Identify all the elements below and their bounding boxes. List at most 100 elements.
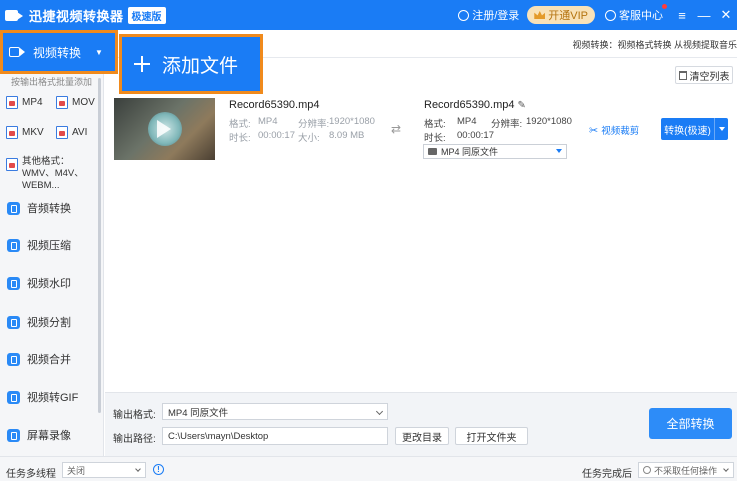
output-resolution-label: 分辨率: [491, 119, 523, 130]
service-center-button[interactable]: 客服中心 [605, 4, 667, 23]
open-folder-button[interactable]: 打开文件夹 [455, 427, 528, 445]
video-icon [9, 46, 25, 58]
user-icon [458, 9, 470, 21]
login-button[interactable]: 注册/登录 [458, 7, 519, 23]
vip-label: 开通VIP [548, 10, 588, 22]
service-label: 客服中心 [619, 10, 663, 22]
output-path-label: 输出路径: [113, 434, 156, 445]
after-done-label: 任务完成后 [582, 469, 632, 480]
plus-icon [134, 56, 150, 72]
minimize-button[interactable]: — [693, 0, 715, 30]
sidebar-item-video-merge[interactable]: 视频合并 [0, 349, 103, 369]
sidebar-item-label: 视频转换 [33, 45, 82, 60]
file-format-icon [6, 96, 18, 109]
output-format-dropdown[interactable]: MP4 同原文件 [162, 403, 388, 420]
trash-icon [678, 70, 687, 80]
video-format-icon [428, 148, 437, 155]
batch-add-hint: 按输出格式批量添加 [10, 77, 92, 87]
output-format-label: 格式: [424, 119, 446, 130]
output-duration-label: 时长: [424, 133, 446, 144]
output-format-label: 输出格式: [113, 410, 156, 421]
status-bar: 任务多线程 关闭 ! 任务完成后 不采取任何操作 [0, 456, 737, 481]
play-icon [157, 120, 171, 138]
split-icon [7, 315, 20, 329]
after-done-select[interactable]: 不采取任何操作 [638, 462, 734, 478]
sidebar-item-video-watermark[interactable]: 视频水印 [0, 273, 103, 293]
output-filename-row[interactable]: Record65390.mp4 ✎ [424, 99, 526, 111]
change-directory-button[interactable]: 更改目录 [395, 427, 449, 445]
format-mp4[interactable]: MP4 [6, 96, 43, 109]
output-format: MP4 [457, 116, 477, 127]
source-resolution-label: 分辨率: [298, 119, 330, 130]
file-format-icon [56, 96, 68, 109]
source-size-label: 大小: [298, 133, 320, 144]
menu-button[interactable]: ≡ [671, 0, 693, 30]
gif-icon [7, 390, 20, 404]
sidebar-scrollbar[interactable] [98, 78, 101, 413]
video-thumbnail[interactable] [114, 98, 215, 160]
sidebar-item-screen-record[interactable]: 屏幕录像 [0, 425, 103, 445]
convert-arrow-icon: ⇄ [391, 122, 402, 136]
close-button[interactable]: ✕ [715, 0, 737, 30]
file-format-icon [6, 126, 18, 139]
watermark-icon [7, 276, 20, 290]
main-panel: 视频转换：视频格式转换 从视频提取音乐 添加文件 清空列表 Record6539… [105, 30, 737, 456]
output-duration: 00:00:17 [457, 130, 494, 141]
file-row: Record65390.mp4 格式: MP4 分辨率: 1920*1080 时… [105, 94, 737, 164]
screen-record-icon [7, 428, 20, 442]
multithread-label: 任务多线程 [6, 469, 56, 480]
video-crop-link[interactable]: ✂ 视频裁剪 [589, 123, 639, 138]
output-filename: Record65390.mp4 [424, 99, 515, 111]
title-bar: 迅捷视频转换器 极速版 注册/登录 开通VIP 客服中心 ≡ — ✕ [0, 0, 737, 30]
format-other[interactable]: 其他格式：WMV、M4V、WEBM... [6, 156, 94, 192]
format-mov[interactable]: MOV [56, 96, 95, 109]
app-logo-icon [5, 7, 23, 23]
chevron-down-icon [135, 466, 141, 472]
file-format-icon [6, 158, 18, 171]
output-settings-panel: 输出格式: MP4 同原文件 输出路径: C:\Users\mayn\Deskt… [105, 392, 737, 456]
source-size: 8.09 MB [329, 130, 365, 141]
feature-tip: 视频转换：视频格式转换 从视频提取音乐 [572, 40, 737, 50]
sidebar: 视频转换 ▼ 按输出格式批量添加 MP4 MOV MKV AVI 其他格式：WM… [0, 30, 118, 456]
compress-icon [7, 238, 20, 252]
prohibited-icon [643, 466, 651, 474]
source-format-label: 格式: [229, 119, 251, 130]
convert-options-dropdown[interactable] [714, 118, 728, 140]
multithread-select[interactable]: 关闭 [62, 462, 146, 478]
add-file-label: 添加文件 [162, 55, 239, 77]
chevron-down-icon [556, 149, 562, 153]
file-format-icon [56, 126, 68, 139]
output-format-select[interactable]: MP4 同原文件 [423, 144, 567, 159]
merge-icon [7, 352, 20, 366]
sidebar-item-video-split[interactable]: 视频分割 [0, 312, 103, 332]
vip-button[interactable]: 开通VIP [527, 6, 595, 24]
crown-icon [534, 11, 546, 19]
notification-dot [662, 4, 667, 9]
caret-down-icon[interactable]: ▼ [95, 48, 103, 57]
sidebar-item-video-to-gif[interactable]: 视频转GIF [0, 387, 103, 407]
sidebar-item-video-compress[interactable]: 视频压缩 [0, 235, 103, 255]
sidebar-item-video-convert[interactable]: 视频转换 ▼ [0, 30, 118, 74]
format-avi[interactable]: AVI [56, 126, 87, 139]
sidebar-item-audio-convert[interactable]: 音频转换 [0, 198, 103, 218]
output-resolution: 1920*1080 [526, 116, 572, 127]
rename-pencil-icon[interactable]: ✎ [518, 100, 526, 111]
format-mkv[interactable]: MKV [6, 126, 44, 139]
edition-badge: 极速版 [127, 6, 166, 24]
audio-icon [7, 201, 20, 215]
chevron-down-icon [375, 407, 384, 416]
clear-list-button[interactable]: 清空列表 [675, 66, 733, 84]
add-file-button[interactable]: 添加文件 [119, 34, 263, 94]
login-label: 注册/登录 [472, 10, 520, 22]
chevron-down-icon [723, 466, 729, 472]
convert-all-button[interactable]: 全部转换 [649, 408, 732, 439]
convert-file-button[interactable]: 转换(极速) [661, 118, 728, 140]
source-format: MP4 [258, 116, 278, 127]
source-resolution: 1920*1080 [329, 116, 375, 127]
source-duration-label: 时长: [229, 133, 251, 144]
output-path-field[interactable]: C:\Users\mayn\Desktop [162, 427, 388, 445]
scissors-icon: ✂ [589, 124, 599, 137]
convert-file-label: 转换(极速) [664, 125, 711, 137]
headset-icon [605, 9, 616, 21]
info-icon[interactable]: ! [153, 464, 164, 475]
